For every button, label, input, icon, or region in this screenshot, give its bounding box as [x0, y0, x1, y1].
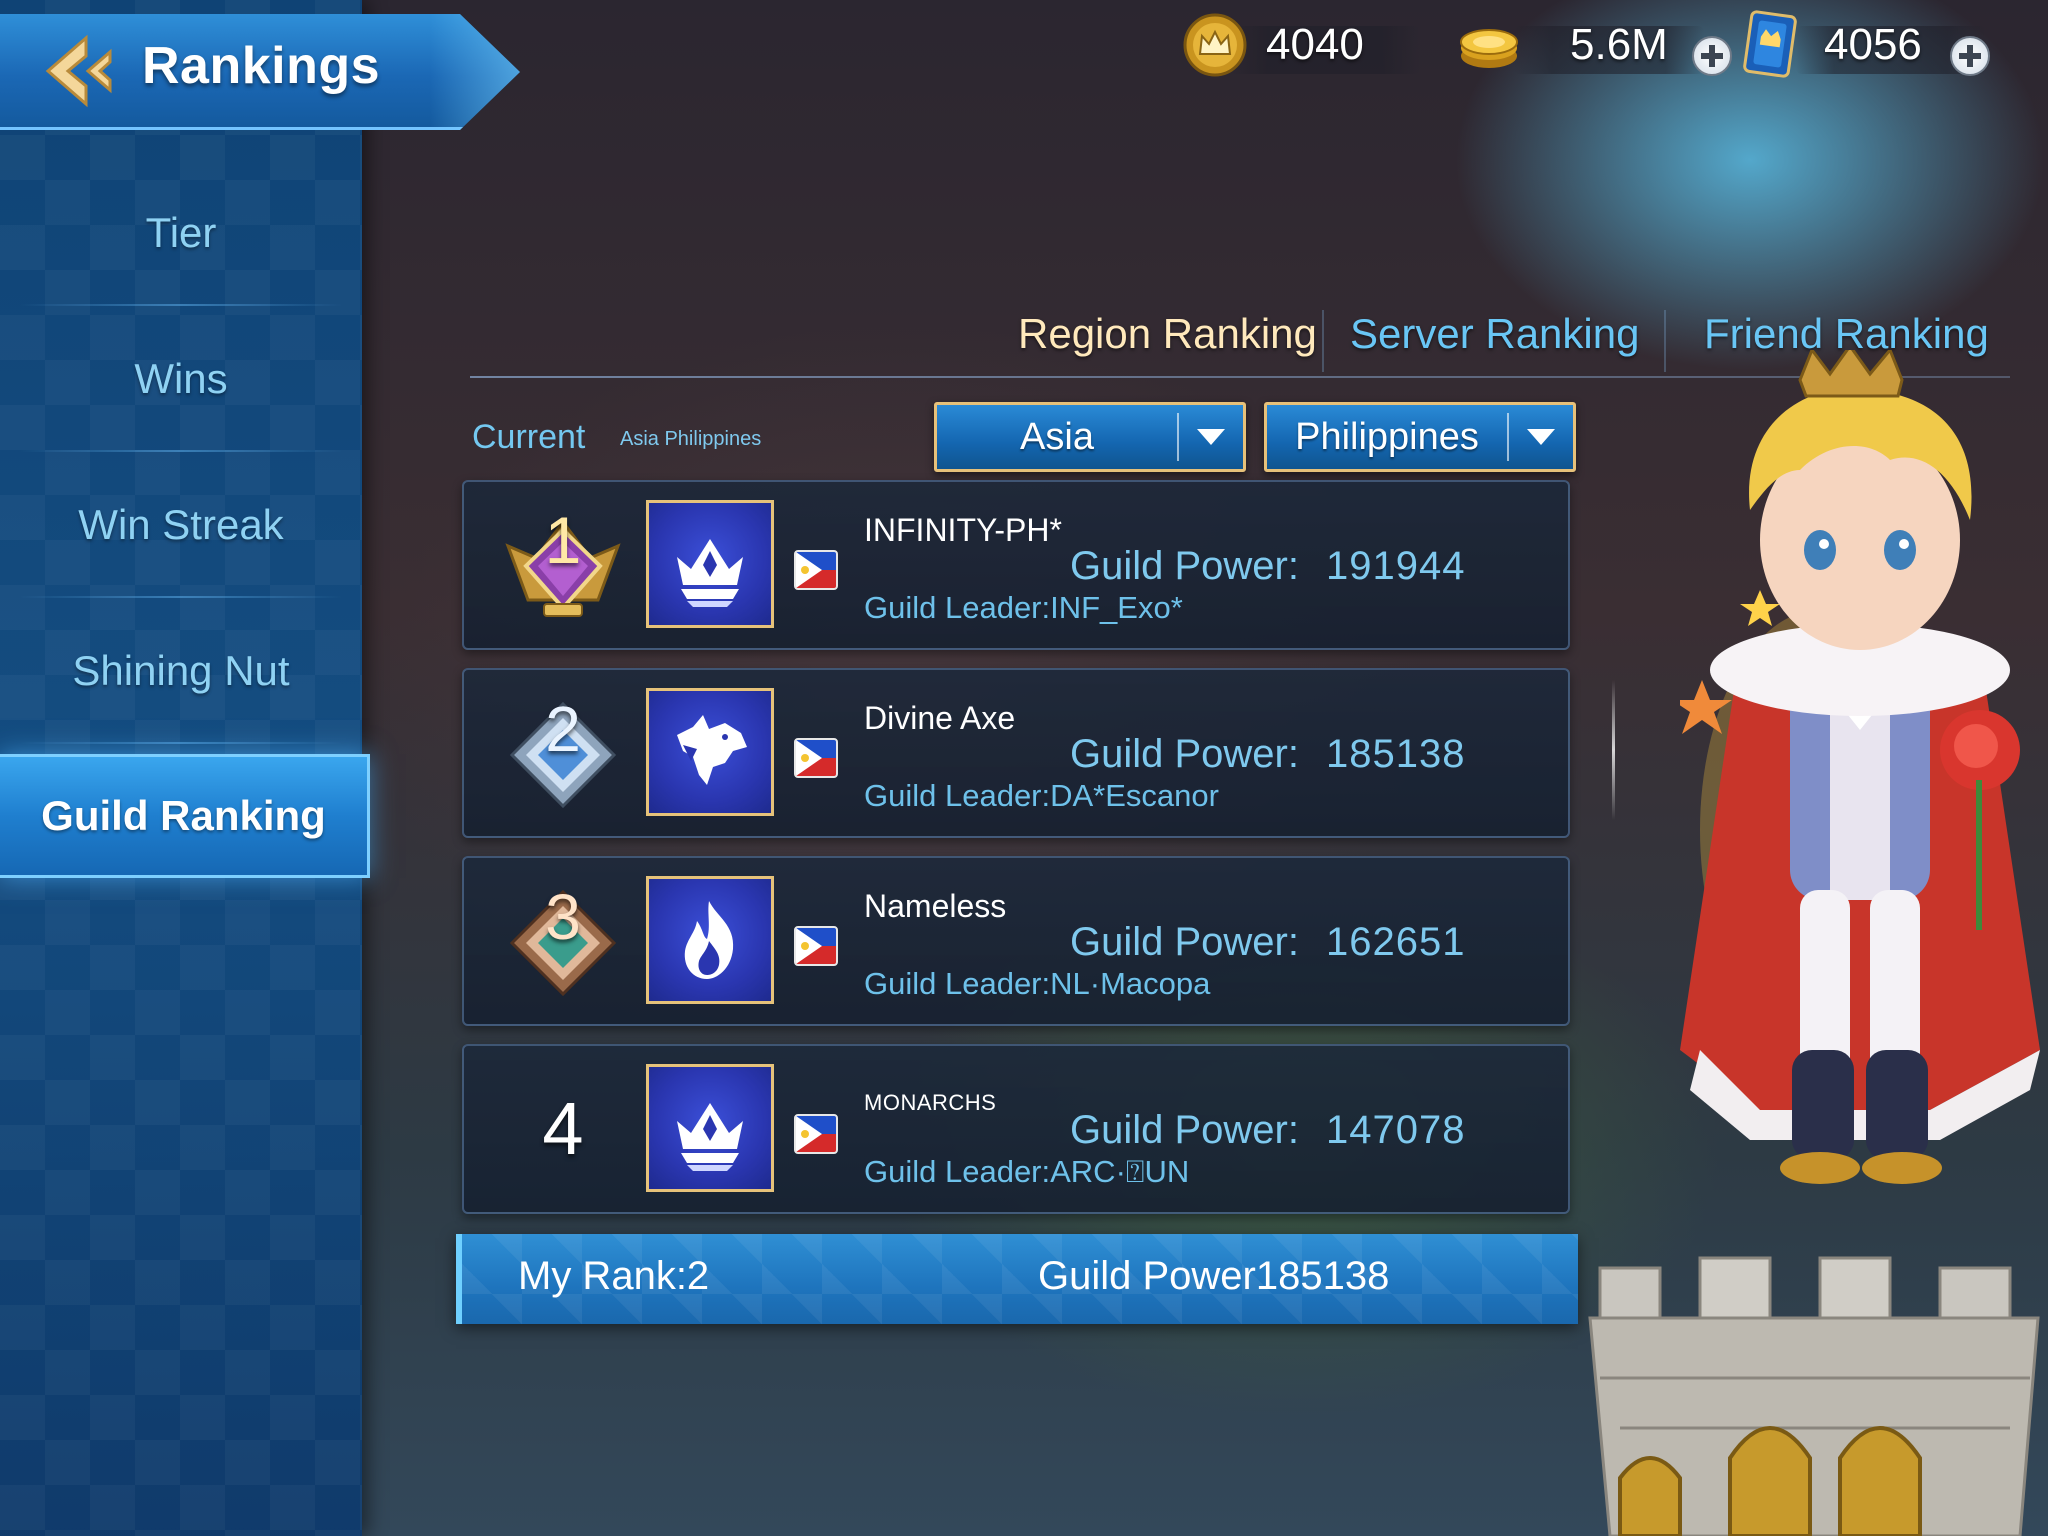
guild-name: MONARCHS — [864, 1090, 997, 1115]
tab-region-ranking[interactable]: Region Ranking — [1018, 310, 1317, 358]
currency-gold: 5.6M — [1454, 14, 1732, 78]
guild-emblem — [646, 500, 774, 628]
gold-amount: 5.6M — [1570, 20, 1668, 69]
country-dropdown-value: Philippines — [1295, 416, 1479, 458]
sidebar-item-shining-nut[interactable]: Shining Nut — [0, 598, 362, 744]
guild-emblem — [646, 1064, 774, 1192]
add-tickets-button[interactable] — [1950, 36, 1990, 76]
ranking-row[interactable]: 2 Divine Axe Guild Power: 185138 Guild L… — [462, 668, 1570, 838]
crown-emblem-icon — [677, 1103, 743, 1171]
crown-coin-icon — [1183, 13, 1247, 77]
ranking-row[interactable]: 1 INFINITY-PH* Guild Power: 191944 Guild… — [462, 480, 1570, 650]
sidebar-item-tier[interactable]: Tier — [0, 160, 362, 306]
guild-leader: Guild Leader:DA*Escanor — [864, 778, 1219, 813]
philippines-flag-icon — [794, 1114, 838, 1154]
sidebar-item-wins[interactable]: Wins — [0, 306, 362, 452]
back-arrow-icon — [45, 34, 112, 108]
sidebar-item-guild-ranking[interactable]: Guild Ranking — [0, 754, 370, 878]
page-title: Rankings — [142, 37, 381, 95]
gold-coin-stack-icon — [1460, 29, 1518, 68]
currency-tickets: 4056 — [1736, 10, 2006, 78]
guild-name: Nameless — [864, 888, 1007, 924]
guild-power-value: 191944 — [1326, 544, 1466, 588]
guild-power-label: Guild Power: — [1070, 544, 1299, 588]
rank-number: 2 — [545, 693, 581, 765]
region-dropdown-value: Asia — [1020, 416, 1094, 458]
prince-character-illustration — [1680, 350, 2040, 1184]
tab-separator — [1322, 310, 1324, 372]
dropdown-separator — [1507, 413, 1509, 461]
guild-power-label: Guild Power: — [1070, 920, 1299, 964]
sparkle-streak — [1612, 680, 1615, 820]
guild-power-label: Guild Power: — [1070, 732, 1299, 776]
ticket-card-icon — [1743, 10, 1797, 78]
guild-leader: Guild Leader:INF_Exo* — [864, 590, 1183, 625]
ranking-row[interactable]: 3 Nameless Guild Power: 162651 Guild Lea… — [462, 856, 1570, 1026]
guild-emblem — [646, 876, 774, 1004]
philippines-flag-icon — [794, 738, 838, 778]
guild-emblem — [646, 688, 774, 816]
country-dropdown[interactable]: Philippines — [1264, 402, 1576, 472]
sidebar-nav: Tier Wins Win Streak Shining Nut Guild R… — [0, 160, 370, 888]
currency-crowns: 4040 — [1180, 13, 1420, 78]
sidebar-item-win-streak[interactable]: Win Streak — [0, 452, 362, 598]
region-dropdown[interactable]: Asia — [934, 402, 1246, 472]
add-gold-button[interactable] — [1692, 36, 1732, 76]
rank-number: 1 — [544, 503, 582, 577]
guild-leader: Guild Leader:NL·Macopa — [864, 966, 1211, 1001]
guild-name: INFINITY-PH* — [864, 512, 1062, 548]
my-guild-power-text: Guild Power185138 — [1038, 1254, 1390, 1298]
my-rank-bar: My Rank:2 Guild Power185138 — [456, 1234, 1578, 1324]
rank-number: 3 — [545, 881, 581, 953]
tab-server-ranking[interactable]: Server Ranking — [1350, 310, 1639, 358]
guild-leader: Guild Leader:ARC·⍰UN — [864, 1154, 1190, 1189]
philippines-flag-icon — [794, 926, 838, 966]
back-button[interactable] — [40, 30, 122, 112]
wolf-emblem-icon — [677, 715, 747, 785]
current-label: Current — [472, 418, 586, 456]
crown-emblem-icon — [677, 539, 743, 607]
ranking-row[interactable]: 4 MONARCHS Guild Power: 147078 Guild Lea… — [462, 1044, 1570, 1214]
rank-number: 4 — [542, 1087, 584, 1170]
chevron-down-icon — [1197, 429, 1225, 445]
tickets-amount: 4056 — [1824, 20, 1922, 69]
guild-power-value: 185138 — [1326, 732, 1466, 776]
chevron-down-icon — [1527, 429, 1555, 445]
philippines-flag-icon — [794, 550, 838, 590]
my-rank-text: My Rank:2 — [518, 1254, 710, 1298]
guild-power-value: 162651 — [1326, 920, 1466, 964]
castle-tower-illustration — [1588, 1256, 2040, 1536]
tab-separator — [1664, 310, 1666, 372]
guild-power-value: 147078 — [1326, 1108, 1466, 1152]
dropdown-separator — [1177, 413, 1179, 461]
guild-name: Divine Axe — [864, 700, 1016, 736]
current-region-value: Asia Philippines — [620, 428, 762, 450]
crowns-amount: 4040 — [1266, 20, 1364, 69]
flame-emblem-icon — [684, 901, 734, 979]
guild-power-label: Guild Power: — [1070, 1108, 1299, 1152]
